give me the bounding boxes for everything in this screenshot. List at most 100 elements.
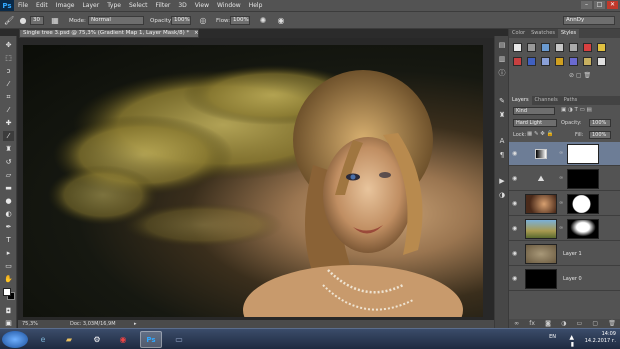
menu-file[interactable]: File xyxy=(14,0,32,11)
lock-icons[interactable]: ▦ ✎ ✥ 🔒 xyxy=(527,131,554,137)
explorer-taskbar-icon[interactable]: ▰ xyxy=(58,331,80,348)
style-swatch[interactable] xyxy=(583,57,592,66)
link-icon[interactable]: ∞ xyxy=(559,225,563,231)
layer-row[interactable]: ◉ Layer 0 xyxy=(509,267,620,291)
add-mask-icon[interactable]: ◙ xyxy=(545,319,551,328)
status-arrow-icon[interactable]: ▸ xyxy=(134,320,137,328)
layer-mask-thumbnail[interactable] xyxy=(567,169,599,189)
style-swatch[interactable] xyxy=(513,43,522,52)
menu-layer[interactable]: Layer xyxy=(78,0,103,11)
flow-field[interactable]: 100% xyxy=(230,16,250,25)
lasso-tool-icon[interactable]: ↄ xyxy=(3,66,14,76)
type-tool-icon[interactable]: T xyxy=(3,235,14,245)
layer-row[interactable]: ◉ ∞ xyxy=(509,192,620,216)
visibility-eye-icon[interactable]: ◉ xyxy=(512,250,517,257)
brush-size-field[interactable]: 30 xyxy=(30,16,44,25)
tab-paths[interactable]: Paths xyxy=(561,96,581,105)
info-panel-icon[interactable]: ⓘ xyxy=(497,68,507,78)
style-swatch[interactable] xyxy=(555,43,564,52)
crop-tool-icon[interactable]: ⌗ xyxy=(3,92,14,102)
ie-taskbar-icon[interactable]: e xyxy=(32,331,54,348)
style-swatch[interactable] xyxy=(583,43,592,52)
layer-row[interactable]: ◉ ⛰ ∞ xyxy=(509,167,620,191)
layer-mask-thumbnail[interactable] xyxy=(567,144,599,164)
style-swatch[interactable] xyxy=(569,57,578,66)
menu-filter[interactable]: Filter xyxy=(152,0,175,11)
brush-panel-icon[interactable]: ▦ xyxy=(50,16,60,26)
style-swatch[interactable] xyxy=(541,57,550,66)
minimize-button[interactable]: – xyxy=(581,1,592,9)
pen-tool-icon[interactable]: ✒ xyxy=(3,222,14,232)
layer-opacity-field[interactable]: 100% xyxy=(589,119,611,127)
style-swatch[interactable] xyxy=(527,43,536,52)
pressure-size-icon[interactable]: ◉ xyxy=(276,16,286,26)
document-tab[interactable]: Single tree 3.psd @ 75,3% (Gradient Map … xyxy=(19,29,199,38)
dodge-tool-icon[interactable]: ◐ xyxy=(3,209,14,219)
layer-style-icon[interactable]: fx xyxy=(529,319,535,328)
quick-mask-icon[interactable]: ◘ xyxy=(3,306,14,316)
clone-source-icon[interactable]: ♜ xyxy=(497,110,507,120)
properties-panel-icon[interactable]: ▥ xyxy=(497,54,507,64)
style-swatch[interactable] xyxy=(597,43,606,52)
layer-filter-select[interactable]: Kind xyxy=(513,107,555,115)
maximize-button[interactable]: □ xyxy=(594,1,605,9)
style-swatch[interactable] xyxy=(541,43,550,52)
marquee-tool-icon[interactable]: ⬚ xyxy=(3,53,14,63)
gradient-tool-icon[interactable]: ▬ xyxy=(3,183,14,193)
tab-channels[interactable]: Channels xyxy=(532,96,561,105)
paragraph-panel-icon[interactable]: ¶ xyxy=(497,150,507,160)
document-canvas[interactable] xyxy=(23,45,483,317)
tab-styles[interactable]: Styles xyxy=(557,29,580,38)
actions-panel-icon[interactable]: ▶ xyxy=(497,176,507,186)
close-button[interactable]: ✕ xyxy=(607,1,618,9)
shape-tool-icon[interactable]: ▭ xyxy=(3,261,14,271)
visibility-eye-icon[interactable]: ◉ xyxy=(512,150,517,157)
airbrush-icon[interactable]: ✺ xyxy=(258,16,268,26)
clock-time[interactable]: 14:09 xyxy=(585,331,616,338)
menu-image[interactable]: Image xyxy=(52,0,79,11)
menu-window[interactable]: Window xyxy=(213,0,245,11)
menu-select[interactable]: Select xyxy=(125,0,152,11)
opacity-field[interactable]: 100% xyxy=(171,16,191,25)
eraser-tool-icon[interactable]: ▱ xyxy=(3,170,14,180)
quick-select-tool-icon[interactable]: ⁄ xyxy=(3,79,14,89)
menu-3d[interactable]: 3D xyxy=(174,0,190,11)
layer-name[interactable]: Layer 1 xyxy=(563,251,582,257)
chrome-taskbar-icon[interactable]: ◉ xyxy=(112,331,134,348)
menu-view[interactable]: View xyxy=(191,0,213,11)
app-taskbar-icon[interactable]: ⚙ xyxy=(86,331,108,348)
brush-preset-icon[interactable]: ● xyxy=(18,16,28,26)
brush-panel-icon[interactable]: ✎ xyxy=(497,96,507,106)
new-layer-icon[interactable]: ▢ xyxy=(592,319,598,328)
adjustment-layer-icon[interactable]: ◑ xyxy=(561,319,566,328)
visibility-eye-icon[interactable]: ◉ xyxy=(512,225,517,232)
workspace-select[interactable]: AnnDy xyxy=(563,16,615,25)
healing-tool-icon[interactable]: ✚ xyxy=(3,118,14,128)
brush-tool-icon[interactable]: 🖌 xyxy=(4,16,14,26)
link-icon[interactable]: ∞ xyxy=(559,175,563,181)
screen-mode-icon[interactable]: ▣ xyxy=(3,318,14,328)
clock-date[interactable]: 14.2.2017 г. xyxy=(585,338,616,345)
language-indicator[interactable]: EN xyxy=(549,334,556,341)
document-close-icon[interactable]: × xyxy=(194,30,198,36)
layer-mask-thumbnail[interactable] xyxy=(567,194,599,214)
mode-select[interactable]: Normal xyxy=(88,16,144,25)
layer-name[interactable]: Layer 0 xyxy=(563,276,582,282)
visibility-eye-icon[interactable]: ◉ xyxy=(512,200,517,207)
fill-field[interactable]: 100% xyxy=(589,131,611,139)
delete-layer-icon[interactable]: 🗑 xyxy=(608,319,616,328)
menu-type[interactable]: Type xyxy=(103,0,125,11)
history-panel-icon[interactable]: ▤ xyxy=(497,40,507,50)
style-swatch[interactable] xyxy=(569,43,578,52)
tray-icons[interactable]: ▲ ▮ xyxy=(569,334,574,348)
zoom-level[interactable]: 75,3% xyxy=(22,320,38,328)
brush-tool-icon[interactable]: ⁄ xyxy=(3,131,14,141)
hand-tool-icon[interactable]: ✋ xyxy=(3,274,14,284)
blend-mode-select[interactable]: Hard Light xyxy=(513,119,557,127)
link-icon[interactable]: ∞ xyxy=(559,200,563,206)
layer-mask-thumbnail[interactable] xyxy=(567,219,599,239)
layer-row[interactable]: ◉ ∞ xyxy=(509,142,620,166)
tab-layers[interactable]: Layers xyxy=(509,96,532,105)
blur-tool-icon[interactable]: ● xyxy=(3,196,14,206)
move-tool-icon[interactable]: ✥ xyxy=(3,40,14,50)
